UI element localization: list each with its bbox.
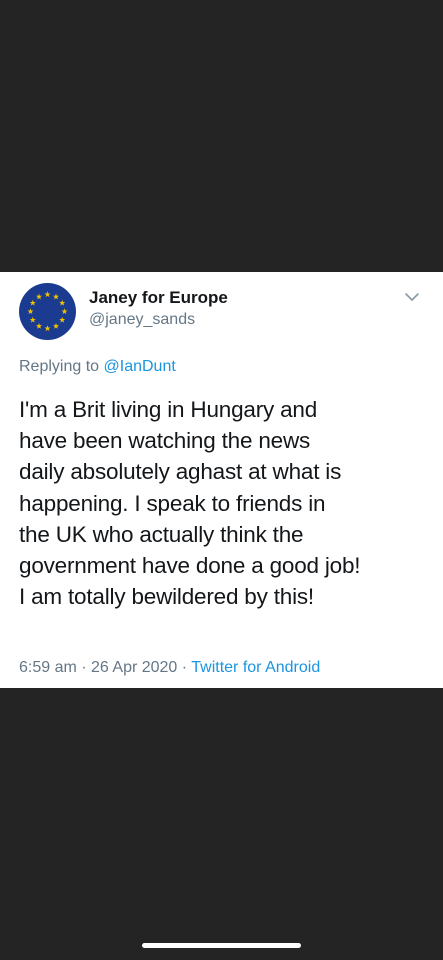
replying-to: Replying to @IanDunt [19, 358, 176, 376]
tweet-time[interactable]: 6:59 am [19, 659, 77, 676]
mention-link[interactable]: @IanDunt [104, 358, 176, 375]
home-indicator[interactable] [142, 943, 301, 948]
tweet-text-line: daily absolutely aghast at what is [19, 459, 342, 485]
chevron-down-icon[interactable] [404, 291, 420, 303]
tweet-meta: 6:59 am · 26 Apr 2020 · Twitter for Andr… [19, 659, 320, 677]
meta-separator: · [76, 659, 92, 676]
tweet-text-line: happening. I speak to friends in [19, 490, 326, 516]
user-handle[interactable]: @janey_sands [89, 311, 195, 329]
tweet-text: I'm a Brit living in Hungary and have be… [19, 394, 439, 612]
tweet-card[interactable]: Janey for Europe @janey_sands Replying t… [0, 272, 443, 688]
eu-flag-icon[interactable] [19, 283, 76, 340]
tweet-text-line: I am totally bewildered by this! [19, 584, 314, 610]
meta-separator: · [177, 659, 192, 676]
tweet-text-line: government have done a good job! [19, 553, 361, 579]
tweet-source[interactable]: Twitter for Android [191, 659, 320, 676]
replying-to-label: Replying to [19, 358, 104, 375]
tweet-text-line: the UK who actually think the [19, 521, 304, 547]
display-name[interactable]: Janey for Europe [89, 288, 228, 308]
tweet-date[interactable]: 26 Apr 2020 [91, 659, 177, 676]
tweet-text-line: have been watching the news [19, 428, 311, 454]
tweet-text-line: I'm a Brit living in Hungary and [19, 397, 318, 422]
